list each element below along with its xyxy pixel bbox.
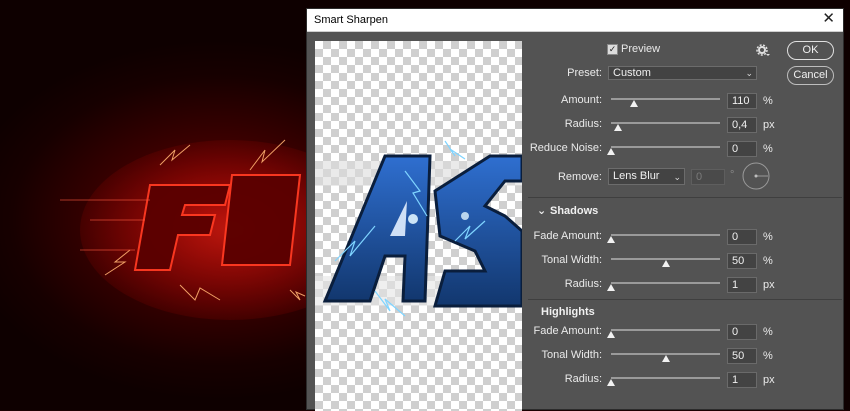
smart-sharpen-dialog: Smart Sharpen ✕ ✓ Preview OK Cancel Pres…: [306, 8, 844, 411]
highlights-radius-unit: px: [763, 374, 775, 386]
cancel-button[interactable]: Cancel: [787, 66, 834, 85]
radius-label: Radius:: [564, 118, 602, 130]
amount-slider-thumb[interactable]: [630, 100, 638, 107]
shadows-tonal-width-field[interactable]: 50: [727, 253, 757, 269]
radius-slider-thumb[interactable]: [614, 124, 622, 131]
reduce-noise-slider-thumb[interactable]: [607, 148, 615, 155]
preview-checkbox[interactable]: ✓: [607, 44, 618, 55]
highlights-fade-amount-unit: %: [763, 326, 773, 338]
shadows-radius-unit: px: [763, 279, 775, 291]
red-glow-text-art: [60, 139, 320, 320]
highlights-radius-label: Radius:: [564, 373, 602, 385]
preview-pane[interactable]: [315, 41, 522, 411]
highlights-radius-track[interactable]: [611, 377, 720, 379]
reduce-noise-slider-track[interactable]: [611, 146, 720, 148]
divider: [528, 299, 842, 300]
shadows-header: Shadows: [550, 205, 599, 217]
amount-slider-track[interactable]: [611, 98, 720, 100]
amount-field[interactable]: 110: [727, 93, 757, 109]
chevron-down-icon: ⌄: [745, 68, 753, 78]
amount-unit: %: [763, 95, 773, 107]
close-icon[interactable]: ✕: [822, 11, 835, 27]
preset-select[interactable]: Custom ⌄: [608, 66, 757, 80]
highlights-tonal-width-label: Tonal Width:: [541, 349, 602, 361]
shadows-tonal-width-label: Tonal Width:: [541, 254, 602, 266]
highlights-radius-thumb[interactable]: [607, 379, 615, 386]
angle-unit: °: [730, 169, 735, 181]
radius-slider-track[interactable]: [611, 122, 720, 124]
shadows-fade-amount-track[interactable]: [611, 234, 720, 236]
divider: [528, 197, 842, 198]
shadows-radius-thumb[interactable]: [607, 284, 615, 291]
highlights-radius-field[interactable]: 1: [727, 372, 757, 388]
highlights-tonal-width-thumb[interactable]: [662, 355, 670, 362]
reduce-noise-unit: %: [763, 143, 773, 155]
chevron-down-icon: ⌄: [673, 172, 681, 182]
shadows-fade-amount-unit: %: [763, 231, 773, 243]
highlights-tonal-width-field[interactable]: 50: [727, 348, 757, 364]
blue-text-preview: [315, 140, 522, 317]
shadows-fade-amount-field[interactable]: 0: [727, 229, 757, 245]
shadows-expand-icon[interactable]: ⌄: [537, 204, 546, 217]
highlights-tonal-width-unit: %: [763, 350, 773, 362]
shadows-fade-amount-label: Fade Amount:: [533, 230, 603, 242]
ok-button[interactable]: OK: [787, 41, 834, 60]
angle-field[interactable]: 0: [691, 169, 725, 185]
shadows-radius-label: Radius:: [564, 278, 602, 290]
remove-value: Lens Blur: [613, 170, 660, 182]
preset-label: Preset:: [567, 67, 602, 79]
gear-icon[interactable]: [756, 44, 770, 56]
angle-dial[interactable]: [741, 161, 771, 191]
radius-field[interactable]: 0,4: [727, 117, 757, 133]
radius-unit: px: [763, 119, 775, 131]
highlights-fade-amount-thumb[interactable]: [607, 331, 615, 338]
preview-label: Preview: [621, 43, 661, 55]
highlights-fade-amount-label: Fade Amount:: [533, 325, 603, 337]
title-bar: Smart Sharpen ✕: [307, 9, 843, 32]
remove-select[interactable]: Lens Blur ⌄: [608, 168, 685, 185]
shadows-radius-track[interactable]: [611, 282, 720, 284]
reduce-noise-field[interactable]: 0: [727, 141, 757, 157]
shadows-radius-field[interactable]: 1: [727, 277, 757, 293]
preset-value: Custom: [613, 67, 651, 79]
shadows-tonal-width-thumb[interactable]: [662, 260, 670, 267]
highlights-fade-amount-field[interactable]: 0: [727, 324, 757, 340]
amount-label: Amount:: [561, 94, 602, 106]
dialog-title: Smart Sharpen: [314, 14, 388, 26]
highlights-header: Highlights: [541, 306, 595, 318]
reduce-noise-label: Reduce Noise:: [529, 142, 602, 154]
remove-label: Remove:: [557, 171, 602, 183]
highlights-fade-amount-track[interactable]: [611, 329, 720, 331]
shadows-tonal-width-unit: %: [763, 255, 773, 267]
shadows-fade-amount-thumb[interactable]: [607, 236, 615, 243]
